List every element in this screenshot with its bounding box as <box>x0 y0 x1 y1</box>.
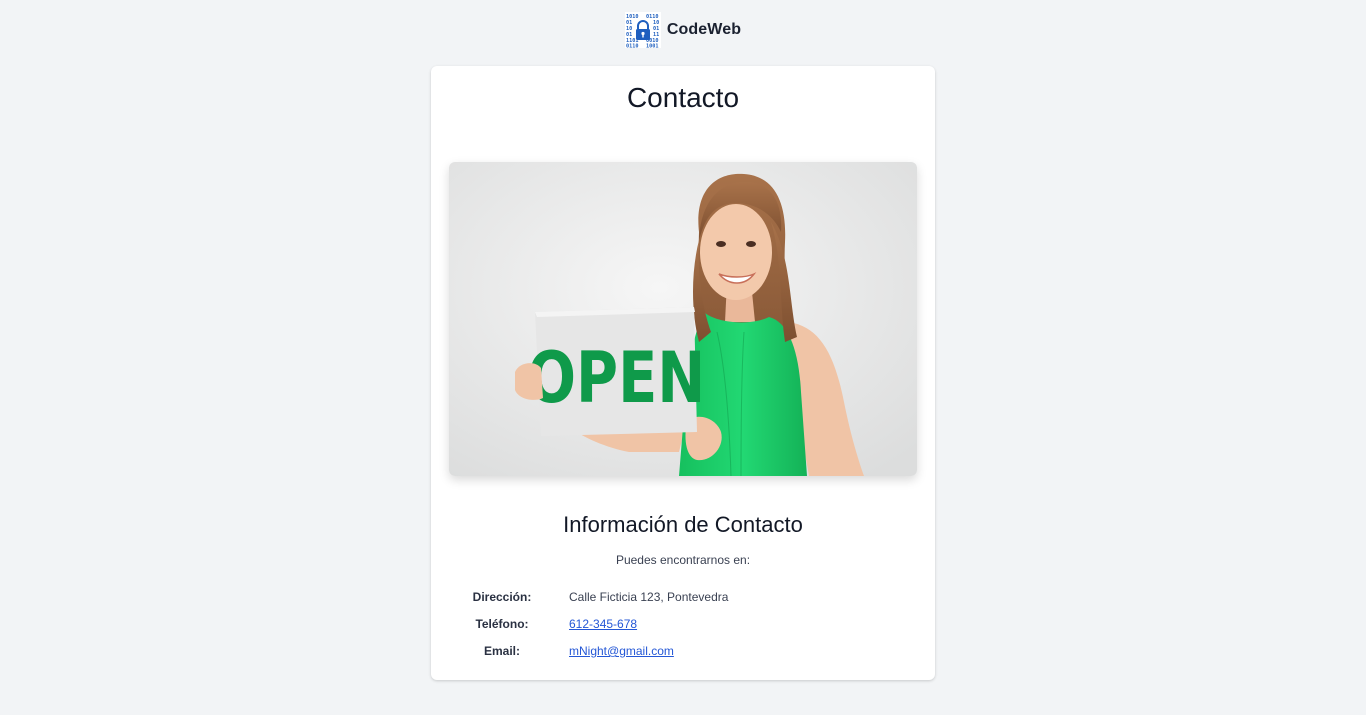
address-row: Dirección: Calle Ficticia 123, Pontevedr… <box>431 590 935 608</box>
top-bar: 1010 0110 01 10 10 01 01 11 1101 0010 0110 100… <box>0 12 1366 48</box>
address-label: Dirección: <box>472 590 532 604</box>
svg-text:1001: 1001 <box>646 44 659 49</box>
phone-row: Teléfono: 612-345-678 <box>431 617 935 635</box>
svg-text:0110: 0110 <box>626 44 639 49</box>
brand-link[interactable]: 1010 0110 01 10 10 01 01 11 1101 0010 0110 100… <box>624 12 742 49</box>
email-link[interactable]: mNight@gmail.com <box>569 644 674 658</box>
hero-image: OPEN <box>449 162 917 476</box>
info-title: Información de Contacto <box>563 512 803 537</box>
binary-lock-icon: 1010 0110 01 10 10 01 01 11 1101 0010 0110 100… <box>624 12 661 49</box>
contact-card: Contacto OPEN Información de Contacto Pu… <box>431 66 935 680</box>
info-subtitle: Puedes encontrarnos en: <box>615 553 751 567</box>
page-title: Contacto <box>626 82 740 113</box>
phone-label: Teléfono: <box>475 617 529 631</box>
sign-text: OPEN <box>527 339 705 420</box>
brand-name: CodeWeb <box>666 21 742 38</box>
email-label: Email: <box>483 644 520 658</box>
phone-link[interactable]: 612-345-678 <box>569 617 637 631</box>
woman-holding-open-sign-photo: OPEN <box>449 162 917 476</box>
address-value: Calle Ficticia 123, Pontevedra <box>569 590 729 604</box>
email-row: Email: mNight@gmail.com <box>431 644 935 662</box>
